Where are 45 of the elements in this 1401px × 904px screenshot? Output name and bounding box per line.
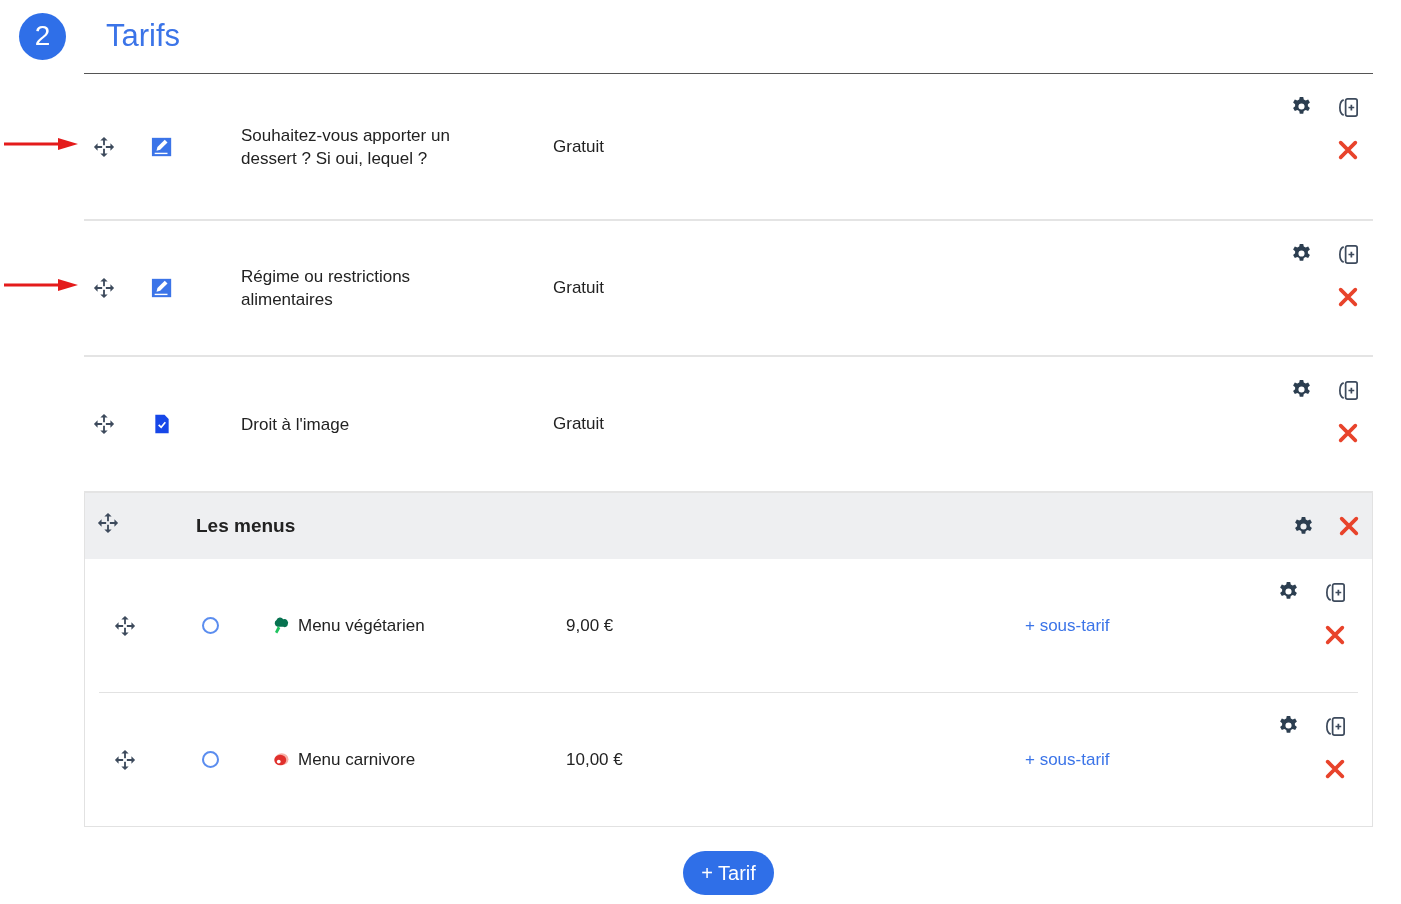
delete-icon[interactable]: [1337, 422, 1359, 444]
settings-icon[interactable]: [1291, 96, 1312, 117]
price-text: Gratuit: [553, 414, 605, 433]
delete-icon[interactable]: [1338, 515, 1360, 537]
document-check-icon: [152, 413, 172, 435]
delete-icon[interactable]: [1337, 139, 1359, 161]
radio-button[interactable]: [202, 751, 219, 768]
duplicate-icon[interactable]: [1337, 243, 1360, 266]
add-rate-button[interactable]: + Tarif: [683, 851, 774, 895]
settings-icon[interactable]: [1291, 243, 1312, 264]
move-icon[interactable]: [92, 277, 115, 299]
step-badge: 2: [19, 12, 66, 60]
price-text: 10,00 €: [566, 749, 623, 769]
move-icon[interactable]: [92, 413, 115, 435]
price-text: Gratuit: [553, 136, 605, 156]
price-text: 9,00 €: [566, 615, 614, 635]
delete-icon[interactable]: [1337, 286, 1359, 308]
settings-icon[interactable]: [1278, 581, 1299, 602]
add-subrate-link[interactable]: + sous-tarif: [1025, 749, 1110, 769]
add-subrate-link[interactable]: + sous-tarif: [1025, 615, 1110, 635]
move-icon[interactable]: [97, 512, 119, 534]
group-title: Les menus: [196, 515, 297, 537]
field-label: Régime ou restrictions alimentaires: [241, 266, 412, 311]
edit-icon: [151, 277, 173, 299]
duplicate-icon[interactable]: [1337, 96, 1360, 119]
move-icon[interactable]: [113, 748, 136, 771]
duplicate-icon[interactable]: [1324, 581, 1347, 604]
menu-label: Menu carnivore: [298, 749, 416, 769]
duplicate-icon[interactable]: [1337, 379, 1360, 402]
settings-icon[interactable]: [1291, 379, 1312, 400]
menu-label: Menu végétarien: [298, 615, 425, 635]
section-title: Tarifs: [106, 18, 181, 54]
broccoli-icon: [272, 616, 290, 635]
price-text: Gratuit: [553, 278, 605, 297]
delete-icon[interactable]: [1324, 758, 1346, 780]
delete-icon[interactable]: [1324, 624, 1346, 646]
duplicate-icon[interactable]: [1324, 715, 1347, 738]
field-label: Souhaitez-vous apporter un dessert ? Si oui, lequel ?: [241, 124, 451, 170]
edit-icon: [151, 135, 173, 158]
radio-button[interactable]: [202, 617, 219, 634]
field-label: Droit à l'image: [241, 413, 351, 436]
move-icon[interactable]: [92, 135, 115, 158]
settings-icon[interactable]: [1278, 715, 1299, 736]
settings-icon[interactable]: [1293, 515, 1314, 537]
move-icon[interactable]: [113, 614, 136, 637]
